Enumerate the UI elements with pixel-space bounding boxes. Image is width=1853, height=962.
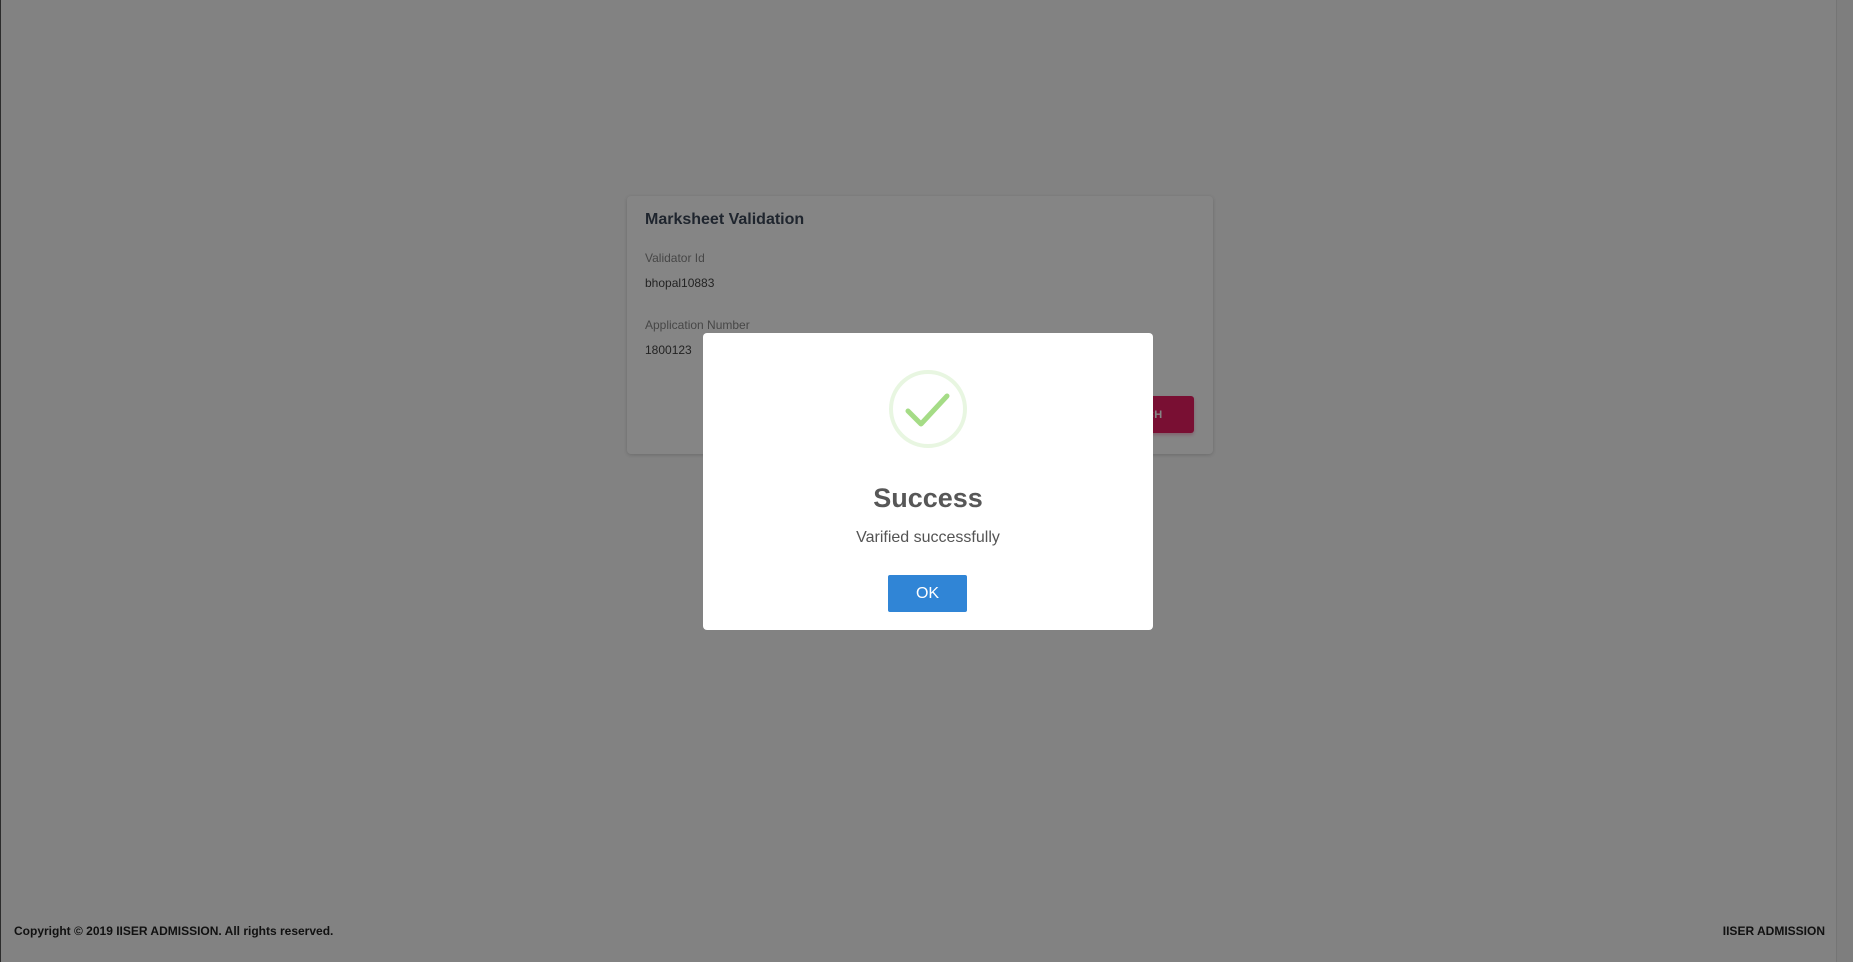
modal-message: Varified successfully xyxy=(856,529,1000,546)
ok-button[interactable]: OK xyxy=(888,575,967,612)
success-check-icon xyxy=(888,369,968,449)
success-modal: Success Varified successfully OK xyxy=(703,333,1153,630)
page: Marksheet Validation Validator Id bhopal… xyxy=(0,0,1853,962)
modal-title: Success xyxy=(873,483,983,513)
